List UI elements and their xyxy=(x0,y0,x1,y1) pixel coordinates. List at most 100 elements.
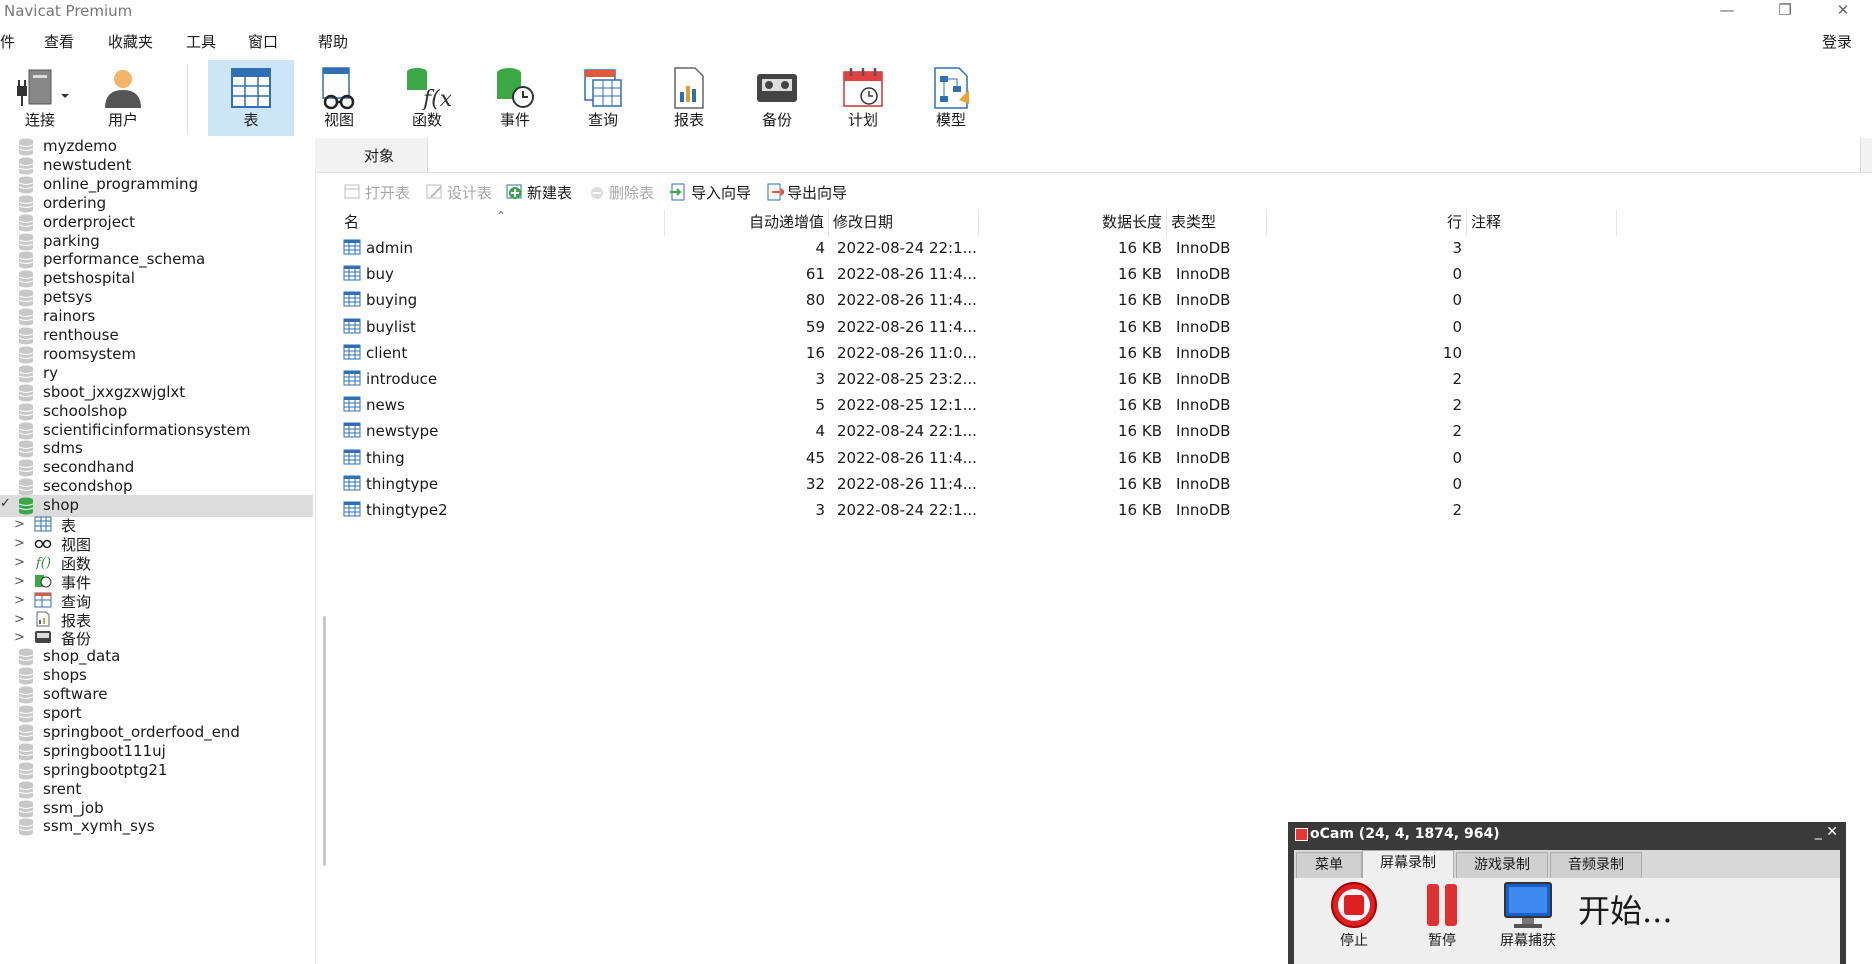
ocam-tab-menu[interactable]: 菜单 xyxy=(1296,852,1362,878)
column-header-auto-increment[interactable]: 自动递增值 xyxy=(665,210,829,236)
import-wizard-label: 导入向导 xyxy=(691,184,752,202)
toolbar-backup-label: 备份 xyxy=(761,111,792,129)
ocam-logo-icon xyxy=(1295,828,1308,841)
menu-view[interactable]: 查看 xyxy=(44,31,74,52)
column-header-rows[interactable]: 行 xyxy=(1267,210,1467,236)
sidebar-database-item[interactable]: ssm_xymh_sys xyxy=(0,816,313,838)
toolbar-query-button[interactable]: 查询 xyxy=(560,60,646,136)
table-icon xyxy=(343,422,361,442)
table-row[interactable]: buylist 59 2022-08-26 11:4... 16 KB InnoDB 0 xyxy=(340,315,1620,341)
export-wizard-button[interactable]: 导出向导 xyxy=(766,182,847,203)
chevron-right-icon[interactable]: > xyxy=(14,593,25,608)
toolbar-separator xyxy=(187,64,188,134)
table-icon xyxy=(343,239,361,259)
toolbar-user-button[interactable]: 用户 xyxy=(80,60,166,136)
auto-increment-value: 16 xyxy=(805,343,825,362)
column-header-engine[interactable]: 表类型 xyxy=(1167,210,1267,236)
ocam-tab-audio-record[interactable]: 音频录制 xyxy=(1550,852,1642,878)
table-row[interactable]: newstype 4 2022-08-24 22:1... 16 KB InnoDB 2 xyxy=(340,419,1620,445)
design-table-label: 设计表 xyxy=(447,184,493,202)
menu-help[interactable]: 帮助 xyxy=(318,31,348,52)
toolbar-backup-button[interactable]: 备份 xyxy=(734,60,820,136)
toolbar-event-button[interactable]: 事件 xyxy=(472,60,558,136)
database-name: ssm_xymh_sys xyxy=(43,817,155,836)
ocam-window-controls[interactable]: _ ✕ xyxy=(1815,824,1838,840)
table-row[interactable]: introduce 3 2022-08-25 23:2... 16 KB InnoDB 2 xyxy=(340,367,1620,393)
menu-tools[interactable]: 工具 xyxy=(186,31,216,52)
database-name: secondhand xyxy=(43,458,135,477)
column-header-comment[interactable]: 注释 xyxy=(1467,210,1617,236)
chevron-right-icon[interactable]: > xyxy=(14,536,25,551)
table-row[interactable]: thingtype 32 2022-08-26 11:4... 16 KB InnoDB… xyxy=(340,472,1620,498)
object-toolbar: 打开表 设计表 新建表 删除表 导入向导 导出向导 xyxy=(340,180,1870,204)
table-row[interactable]: news 5 2022-08-25 12:1... 16 KB InnoDB 2 xyxy=(340,393,1620,419)
toolbar-schedule-button[interactable]: 计划 xyxy=(820,60,906,136)
modified-date: 2022-08-24 22:1... xyxy=(837,239,977,257)
row-count: 10 xyxy=(1442,343,1462,362)
sidebar-scrollbar[interactable] xyxy=(323,616,326,866)
chevron-right-icon[interactable]: > xyxy=(14,612,25,627)
ocam-window[interactable]: oCam (24, 4, 1874, 964) _ ✕ 菜单 屏幕录制 游戏录制… xyxy=(1288,822,1846,964)
menu-file[interactable]: 件 xyxy=(0,31,15,52)
ocam-stop-button[interactable]: 停止 xyxy=(1314,880,1394,950)
table-row[interactable]: buying 80 2022-08-26 11:4... 16 KB InnoDB 0 xyxy=(340,288,1620,314)
table-row[interactable]: admin 4 2022-08-24 22:1... 16 KB InnoDB 3 xyxy=(340,236,1620,262)
toolbar-model-button[interactable]: 模型 xyxy=(908,60,994,136)
toolbar-function-button[interactable]: f(x) 函数 xyxy=(384,60,470,136)
toolbar-view-button[interactable]: 视图 xyxy=(296,60,382,136)
table-row[interactable]: buy 61 2022-08-26 11:4... 16 KB InnoDB 0 xyxy=(340,262,1620,288)
design-table-button[interactable]: 设计表 xyxy=(426,182,492,203)
import-wizard-icon xyxy=(670,183,685,201)
column-header-name[interactable]: 名 ⌃ xyxy=(340,209,665,236)
table-icon xyxy=(343,318,361,338)
database-name: springboot_orderfood_end xyxy=(43,722,240,741)
data-length: 16 KB xyxy=(1118,291,1162,310)
engine: InnoDB xyxy=(1176,448,1231,467)
close-button[interactable]: ✕ xyxy=(1814,0,1872,22)
engine: InnoDB xyxy=(1176,343,1231,362)
database-name: online_programming xyxy=(43,174,199,193)
import-wizard-button[interactable]: 导入向导 xyxy=(670,182,751,203)
table-row[interactable]: thingtype2 3 2022-08-24 22:1... 16 KB InnoDB… xyxy=(340,498,1620,524)
database-name: renthouse xyxy=(43,326,119,344)
column-header-data-length[interactable]: 数据长度 xyxy=(979,210,1167,236)
ocam-pause-button[interactable]: 暂停 xyxy=(1402,880,1482,950)
toolbar-table-button[interactable]: 表 xyxy=(208,60,294,136)
minimize-button[interactable]: — xyxy=(1698,0,1756,22)
login-link[interactable]: 登录 xyxy=(1822,31,1852,52)
restore-button[interactable]: ❐ xyxy=(1756,0,1814,22)
database-name: myzdemo xyxy=(43,138,117,155)
schedule-icon xyxy=(843,68,883,107)
chevron-right-icon[interactable]: > xyxy=(14,630,25,645)
delete-table-label: 删除表 xyxy=(609,184,655,202)
table-name: thingtype xyxy=(366,474,439,493)
modified-date: 2022-08-26 11:4... xyxy=(837,448,977,467)
column-header-modified-date[interactable]: 修改日期 xyxy=(829,210,979,236)
table-row[interactable]: thing 45 2022-08-26 11:4... 16 KB InnoDB 0 xyxy=(340,446,1620,472)
open-table-button[interactable]: 打开表 xyxy=(344,182,410,203)
table-icon xyxy=(343,344,361,364)
menu-window[interactable]: 窗口 xyxy=(248,31,278,52)
chevron-right-icon[interactable]: > xyxy=(14,555,25,570)
database-name: orderproject xyxy=(43,212,136,231)
connection-tree[interactable]: myzdemo newstudent online_programming order… xyxy=(0,138,316,964)
chevron-right-icon[interactable]: > xyxy=(14,574,25,589)
new-table-button[interactable]: 新建表 xyxy=(506,182,572,203)
window-controls: — ❐ ✕ xyxy=(1698,0,1872,22)
toolbar-function-label: 函数 xyxy=(411,111,442,129)
delete-table-button[interactable]: 删除表 xyxy=(588,182,654,203)
table-icon xyxy=(343,370,361,390)
tab-object[interactable]: 对象 xyxy=(335,142,423,172)
menu-favorites[interactable]: 收藏夹 xyxy=(108,31,153,52)
toolbar-connection-button[interactable]: 连接 xyxy=(0,60,80,136)
toolbar-report-button[interactable]: 报表 xyxy=(646,60,732,136)
new-table-icon xyxy=(506,184,522,199)
ocam-capture-button[interactable]: 屏幕捕获 xyxy=(1488,880,1568,950)
ocam-tab-screen-record[interactable]: 屏幕录制 xyxy=(1362,850,1454,878)
ocam-tab-game-record[interactable]: 游戏录制 xyxy=(1456,852,1548,878)
chevron-right-icon[interactable]: > xyxy=(14,517,25,532)
delete-table-icon xyxy=(591,187,603,199)
database-name: schoolshop xyxy=(43,401,128,420)
table-row[interactable]: client 16 2022-08-26 11:0... 16 KB InnoDB 10 xyxy=(340,341,1620,367)
ocam-stop-label: 停止 xyxy=(1340,933,1368,949)
